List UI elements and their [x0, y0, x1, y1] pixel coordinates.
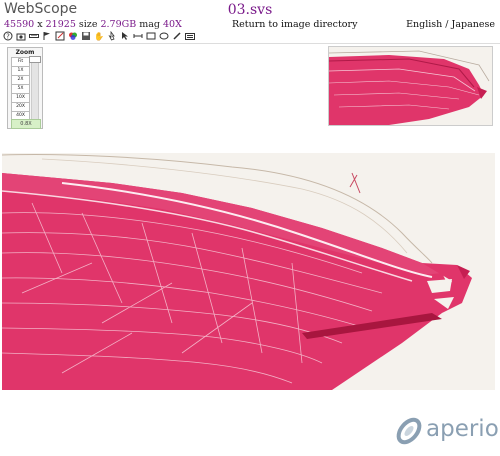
color-icon[interactable]	[68, 31, 78, 41]
pointer-icon[interactable]	[107, 31, 117, 41]
zoom-panel: Zoom Fit 1X 2X 5X 10X 20X 40X 0.8X	[7, 47, 43, 129]
slide-thumbnail[interactable]	[328, 46, 493, 126]
return-to-directory-link[interactable]: Return to image directory	[232, 19, 357, 30]
zoom-current-value: 0.8X	[11, 119, 41, 129]
svg-text:?: ?	[6, 33, 10, 41]
annotation-icon[interactable]	[55, 31, 65, 41]
save-icon[interactable]	[81, 31, 91, 41]
snapshot-icon[interactable]	[16, 31, 26, 41]
flag-icon[interactable]	[42, 31, 52, 41]
ruler-icon[interactable]	[29, 31, 39, 41]
aperio-logo-text: aperio	[426, 416, 499, 442]
rectangle-icon[interactable]	[146, 31, 156, 41]
pointer-arrow-icon[interactable]	[120, 31, 130, 41]
mag-label: mag	[136, 19, 163, 30]
image-width: 45590	[4, 19, 35, 30]
toolbar: ? ✋	[3, 30, 195, 42]
image-height: 21925	[45, 19, 76, 30]
image-info: 45590 x 21925 size 2.79GB mag 40X	[4, 19, 182, 30]
image-magnification: 40X	[163, 19, 182, 30]
keyboard-icon[interactable]	[185, 31, 195, 41]
zoom-slider-track[interactable]	[31, 58, 39, 122]
lang-japanese-link[interactable]: Japanese	[452, 19, 495, 30]
size-label: size	[75, 19, 101, 30]
aperio-logo: aperio	[393, 410, 499, 452]
file-name: 03.svs	[227, 2, 273, 18]
slide-main-view[interactable]	[2, 153, 495, 390]
ellipse-icon[interactable]	[159, 31, 169, 41]
pen-icon[interactable]	[172, 31, 182, 41]
lang-separator: /	[442, 19, 452, 30]
zoom-title: Zoom	[15, 49, 35, 56]
pan-hand-icon[interactable]: ✋	[94, 31, 104, 41]
toolbar-divider	[0, 43, 500, 44]
image-size: 2.79GB	[100, 19, 137, 30]
lang-english-link[interactable]: English	[406, 19, 442, 30]
dimension-separator: x	[34, 19, 46, 30]
language-switcher: English / Japanese	[406, 19, 495, 30]
help-icon[interactable]: ?	[3, 31, 13, 41]
zoom-slider-thumb[interactable]	[29, 56, 41, 63]
measure-icon[interactable]	[133, 31, 143, 41]
aperio-logo-mark	[396, 417, 422, 445]
